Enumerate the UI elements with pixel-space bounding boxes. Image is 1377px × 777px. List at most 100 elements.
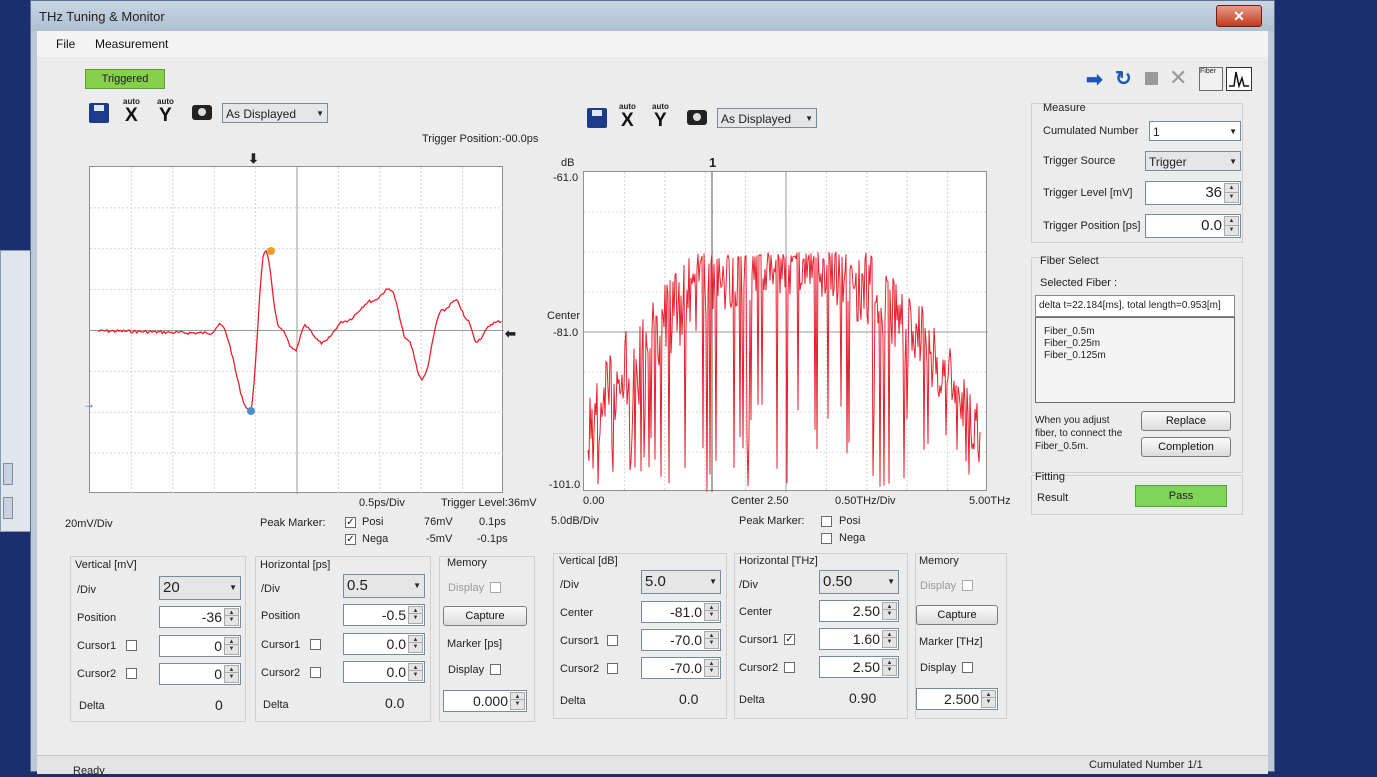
cancel-x-icon[interactable]: ✕ [1169,65,1187,91]
time-peak-posi-time: 0.1ps [479,516,506,528]
trigger-position-spinner[interactable]: 0.0 ▲ ▼ [1145,214,1241,238]
trigger-source-select[interactable]: Trigger ▼ [1145,151,1241,171]
freq-vertical-cursor2-label: Cursor2 [560,663,600,675]
freq-vertical-cursor2-spinner[interactable]: -70.0 ▲ ▼ [641,657,721,679]
camera-icon[interactable] [192,105,212,120]
freq-vertical-title: Vertical [dB] [559,555,618,567]
freq-vertical-center-spinner[interactable]: -81.0 ▲ ▼ [641,601,721,623]
close-button[interactable]: ✕ [1216,5,1262,27]
freq-camera-icon[interactable] [687,110,707,125]
time-memory-title: Memory [447,557,487,569]
time-horizontal-cursor2-spinner[interactable]: 0.0 ▲ ▼ [343,661,425,683]
time-marker-display-checkbox[interactable] [490,664,501,675]
freq-peak-posi-checkbox[interactable] [821,516,832,527]
time-horizontal-position-spinner[interactable]: -0.5 ▲ ▼ [343,604,425,626]
time-horizontal-div-label: /Div [261,583,280,595]
freq-vertical-delta-label: Delta [560,695,586,707]
freq-horizontal-div-select[interactable]: 0.50 ▼ [819,570,899,594]
menu-bar: File Measurement [37,31,1268,57]
time-horizontal-div-select[interactable]: 0.5 ▼ [343,574,425,598]
freq-auto-x-button[interactable]: X [621,110,634,132]
trigger-level-spinner[interactable]: 36 ▲ ▼ [1145,181,1241,205]
menu-measurement[interactable]: Measurement [95,37,168,51]
fiber-list-item-0-25m[interactable]: Fiber_0.25m [1044,338,1100,349]
fiber-list-item-0-125m[interactable]: Fiber_0.125m [1044,350,1106,361]
cumulated-number-select[interactable]: 1 ▼ [1149,121,1241,141]
freq-horizontal-cursor2-checkbox[interactable] [784,662,795,673]
freq-horizontal-cursor1-spinner[interactable]: 1.60 ▲ ▼ [819,628,899,650]
time-capture-button[interactable]: Capture [443,606,527,626]
selected-fiber-field[interactable]: delta t=22.184[ms], total length=0.953[m… [1035,295,1235,317]
time-vertical-position-spinner[interactable]: -36 ▲ ▼ [159,606,241,628]
freq-horizontal-delta-value: 0.90 [849,690,877,706]
freq-horizontal-delta-label: Delta [739,694,765,706]
freq-marker-spinner[interactable]: 2.500 ▲ ▼ [916,688,998,710]
time-vertical-cursor2-spinner[interactable]: 0 ▲ ▼ [159,663,241,685]
time-peak-posi-checkbox[interactable]: ✓ [345,517,356,528]
save-icon[interactable] [89,103,109,123]
freq-vertical-div-select[interactable]: 5.0 ▼ [641,570,721,594]
completion-button[interactable]: Completion [1141,437,1231,457]
freq-horizontal-cursor1-checkbox[interactable]: ✓ [784,634,795,645]
freq-memory-display-checkbox[interactable] [962,580,973,591]
time-memory-display-checkbox[interactable] [490,582,501,593]
title-bar: THz Tuning & Monitor ✕ [31,1,1274,31]
freq-x-center: Center 2.50 [731,495,789,507]
time-horizontal-cursor1-checkbox[interactable] [310,639,321,650]
fitting-result-label: Result [1037,492,1069,504]
arrow-right-icon[interactable]: ➡ [1086,67,1103,92]
time-vertical-cursor1-label: Cursor1 [77,640,117,652]
background-window [0,250,32,532]
freq-auto-y-button[interactable]: Y [654,110,667,132]
freq-capture-button[interactable]: Capture [916,605,998,625]
time-marker-spinner[interactable]: 0.000 ▲ ▼ [443,690,527,712]
freq-horizontal-cursor2-label: Cursor2 [739,662,779,674]
time-horizontal-cursor2-checkbox[interactable] [310,667,321,678]
freq-horizontal-center-spinner[interactable]: 2.50 ▲ ▼ [819,600,899,622]
time-vertical-delta-value: 0 [215,697,223,713]
freq-save-icon[interactable] [587,108,607,128]
freq-vertical-cursor2-checkbox[interactable] [607,663,618,674]
time-vertical-cursor1-spinner[interactable]: 0 ▲ ▼ [159,635,241,657]
freq-peak-nega-label: Nega [839,532,866,544]
trigger-marker-icon: ⬇ [248,151,259,166]
time-vertical-cursor2-label: Cursor2 [77,668,117,680]
trigger-level-field-label: Trigger Level [mV] [1043,187,1133,199]
refresh-icon[interactable]: ↻ [1115,66,1132,91]
fiber-list[interactable]: Fiber_0.5m Fiber_0.25m Fiber_0.125m [1035,317,1235,403]
freq-vertical-div-label: /Div [560,579,579,591]
freq-memory-title: Memory [919,555,959,567]
auto-x-button[interactable]: X [125,105,138,127]
trigger-source-label: Trigger Source [1043,155,1116,167]
waveform-icon[interactable] [1226,67,1252,91]
status-bar: Ready Cumulated Number 1/1 [37,755,1268,777]
measure-title: Measure [1043,102,1086,114]
auto-y-button[interactable]: Y [159,105,172,127]
freq-marker-display-checkbox[interactable] [962,662,973,673]
time-horizontal-cursor1-label: Cursor1 [261,639,301,651]
freq-display-mode-select[interactable]: As Displayed ▼ [717,108,817,128]
freq-vertical-cursor1-spinner[interactable]: -70.0 ▲ ▼ [641,629,721,651]
cumulated-number-label: Cumulated Number [1043,125,1139,137]
freq-horizontal-cursor2-spinner[interactable]: 2.50 ▲ ▼ [819,656,899,678]
menu-file[interactable]: File [56,37,75,51]
time-vertical-div-select[interactable]: 20 ▼ [159,576,241,600]
time-horizontal-cursor1-spinner[interactable]: 0.0 ▲ ▼ [343,633,425,655]
fiber-list-item-0-5m[interactable]: Fiber_0.5m [1044,326,1095,337]
time-vertical-cursor2-checkbox[interactable] [126,668,137,679]
freq-vertical-cursor1-checkbox[interactable] [607,635,618,646]
display-mode-select[interactable]: As Displayed ▼ [222,103,328,123]
stop-icon[interactable] [1145,72,1158,85]
time-div-label: 0.5ps/Div [359,497,405,509]
time-peak-nega-checkbox[interactable]: ✓ [345,534,356,545]
freq-marker-title: Marker [THz] [919,636,983,648]
freq-peak-nega-checkbox[interactable] [821,533,832,544]
fiber-icon[interactable]: Fiber [1199,67,1223,91]
fiber-select-title: Fiber Select [1040,255,1099,267]
positive-peak-marker [267,247,275,255]
time-domain-svg [90,167,504,494]
replace-button[interactable]: Replace [1141,411,1231,431]
frequency-plot[interactable] [583,171,988,492]
time-vertical-cursor1-checkbox[interactable] [126,640,137,651]
time-domain-plot[interactable] [89,166,504,494]
